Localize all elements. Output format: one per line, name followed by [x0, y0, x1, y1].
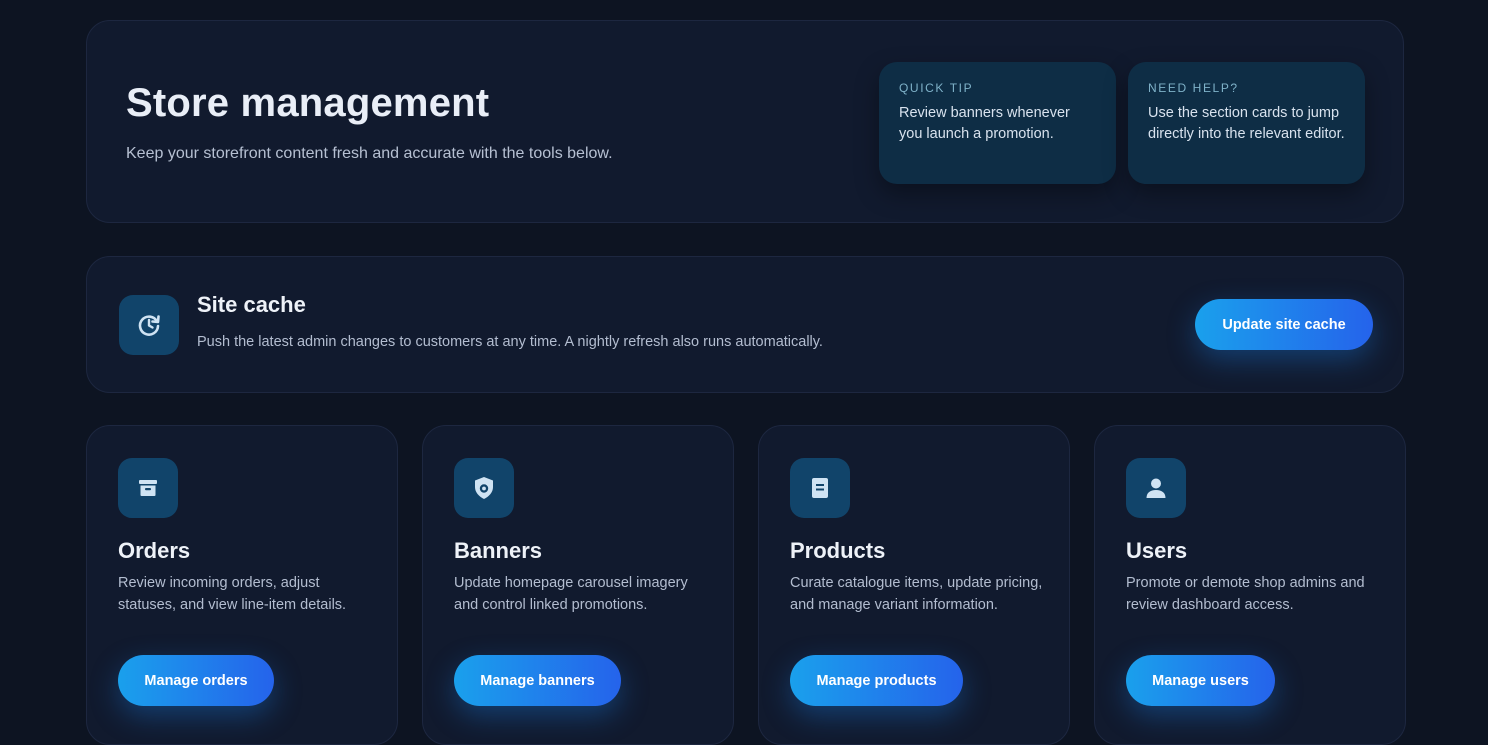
refresh-clock-icon — [119, 295, 179, 355]
card-description: Update homepage carousel imagery and con… — [454, 575, 688, 613]
page-title: Store management — [126, 81, 490, 125]
archive-box-icon — [118, 458, 178, 518]
banners-card: Banners Update homepage carousel imagery… — [422, 425, 734, 745]
tip-label: NEED HELP? — [1148, 81, 1239, 95]
shield-eye-icon — [454, 458, 514, 518]
page-subtitle: Keep your storefront content fresh and a… — [126, 145, 613, 162]
tip-label: QUICK TIP — [899, 81, 974, 95]
users-card: Users Promote or demote shop admins and … — [1094, 425, 1406, 745]
manage-users-button[interactable]: Manage users — [1126, 655, 1275, 706]
manage-orders-button[interactable]: Manage orders — [118, 655, 274, 706]
card-title: Orders — [118, 538, 191, 563]
orders-card: Orders Review incoming orders, adjust st… — [86, 425, 398, 745]
site-cache-panel: Site cache Push the latest admin changes… — [86, 256, 1404, 393]
manage-products-button[interactable]: Manage products — [790, 655, 963, 706]
card-title: Banners — [454, 538, 543, 563]
site-cache-title: Site cache — [197, 292, 306, 317]
need-help-card: NEED HELP? Use the section cards to jump… — [1128, 62, 1365, 184]
manage-banners-button[interactable]: Manage banners — [454, 655, 621, 706]
card-title: Users — [1126, 538, 1188, 563]
tip-text: Use the section cards to jump directly i… — [1148, 105, 1345, 142]
products-card: Products Curate catalogue items, update … — [758, 425, 1070, 745]
card-description: Promote or demote shop admins and review… — [1126, 575, 1365, 613]
card-title: Products — [790, 538, 886, 563]
user-icon — [1126, 458, 1186, 518]
quick-tip-card: QUICK TIP Review banners whenever you la… — [879, 62, 1116, 184]
card-description: Review incoming orders, adjust statuses,… — [118, 575, 347, 613]
card-description: Curate catalogue items, update pricing, … — [790, 575, 1043, 613]
site-cache-description: Push the latest admin changes to custome… — [197, 334, 823, 350]
document-icon — [790, 458, 850, 518]
hero-panel: Store management Keep your storefront co… — [86, 20, 1404, 223]
update-site-cache-button[interactable]: Update site cache — [1195, 299, 1373, 350]
tip-text: Review banners whenever you launch a pro… — [899, 105, 1070, 142]
